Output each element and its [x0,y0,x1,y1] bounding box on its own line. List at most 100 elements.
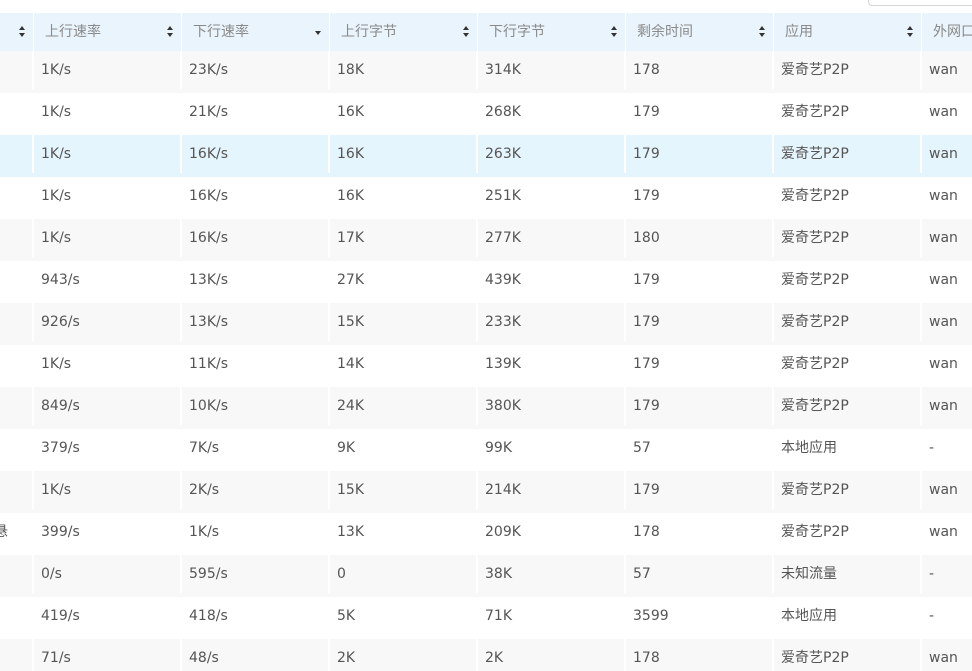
cell-application: 爱奇艺P2P [774,177,922,215]
cell-wan-port: wan [922,639,972,671]
cell-download-bytes: 314K [478,51,626,89]
column-header-download-bytes[interactable]: 下行字节 [478,13,626,51]
cell-wan-port: wan [922,513,972,551]
cell-upload-rate: 379/s [34,429,182,467]
cell-upload-bytes: 0 [330,555,478,593]
cell-remaining-time: 178 [626,513,774,551]
table-row[interactable]: 1K/s 11K/s 14K 139K 179 爱奇艺P2P wan [0,345,972,387]
cell-wan-port: wan [922,387,972,425]
column-header-wan-port[interactable]: 外网口 [922,13,972,51]
column-header-label: 应用 [785,24,813,40]
cell-upload-bytes: 9K [330,429,478,467]
sort-desc-icon[interactable] [315,26,322,38]
cell-row-marker [0,303,34,341]
cell-remaining-time: 179 [626,93,774,131]
cell-download-rate: 13K/s [182,303,330,341]
table-row[interactable]: 1K/s 16K/s 16K 263K 179 爱奇艺P2P wan [0,135,972,177]
cell-upload-bytes: 16K [330,177,478,215]
cell-download-rate: 2K/s [182,471,330,509]
cell-download-bytes: 251K [478,177,626,215]
cell-download-bytes: 139K [478,345,626,383]
column-header-label: 下行字节 [489,24,545,40]
column-header-application[interactable]: 应用 [774,13,922,51]
cell-upload-bytes: 15K [330,303,478,341]
cell-upload-rate: 1K/s [34,219,182,257]
cell-wan-port: wan [922,471,972,509]
sort-icon[interactable] [759,26,766,38]
cell-wan-port: - [922,555,972,593]
sort-icon[interactable] [167,26,174,38]
cell-download-rate: 10K/s [182,387,330,425]
column-header-row-marker[interactable] [0,13,34,51]
cell-application: 爱奇艺P2P [774,513,922,551]
table-row[interactable]: 悬399/s1K/s13K209K178爱奇艺P2Pwan [0,513,972,555]
cell-upload-rate: 1K/s [34,471,182,509]
table-row[interactable]: 419/s 418/s 5K 71K 3599 本地应用 - [0,597,972,639]
sort-icon[interactable] [907,26,914,38]
cell-upload-rate: 1K/s [34,51,182,89]
table-row[interactable]: 943/s 13K/s 27K 439K 179 爱奇艺P2P wan [0,261,972,303]
cell-download-rate: 48/s [182,639,330,671]
cell-download-bytes: 277K [478,219,626,257]
cell-remaining-time: 179 [626,303,774,341]
cell-download-bytes: 380K [478,387,626,425]
cell-row-marker [0,387,34,425]
table-row[interactable]: 1K/s 16K/s 16K 251K 179 爱奇艺P2P wan [0,177,972,219]
column-header-remaining-time[interactable]: 剩余时间 [626,13,774,51]
table-row[interactable]: 849/s 10K/s 24K 380K 179 爱奇艺P2P wan [0,387,972,429]
table-row[interactable]: 1K/s 16K/s 17K 277K 180 爱奇艺P2P wan [0,219,972,261]
cell-application: 爱奇艺P2P [774,471,922,509]
cell-download-bytes: 38K [478,555,626,593]
cell-remaining-time: 179 [626,345,774,383]
cell-application: 爱奇艺P2P [774,303,922,341]
cell-upload-bytes: 16K [330,93,478,131]
cell-upload-rate: 1K/s [34,177,182,215]
cell-remaining-time: 179 [626,471,774,509]
cell-row-marker [0,597,34,635]
sort-icon[interactable] [19,26,26,38]
column-header-label: 下行速率 [193,24,249,40]
cell-download-bytes: 268K [478,93,626,131]
cell-download-rate: 16K/s [182,135,330,173]
table-row[interactable]: 926/s 13K/s 15K 233K 179 爱奇艺P2P wan [0,303,972,345]
cell-application: 本地应用 [774,429,922,467]
column-header-upload-rate[interactable]: 上行速率 [34,13,182,51]
table-row[interactable]: 71/s 48/s 2K 2K 178 爱奇艺P2P wan [0,639,972,671]
column-header-label: 外网口 [933,24,972,40]
cell-remaining-time: 179 [626,387,774,425]
table-row[interactable]: 1K/s 2K/s 15K 214K 179 爱奇艺P2P wan [0,471,972,513]
cell-download-rate: 23K/s [182,51,330,89]
cell-wan-port: wan [922,135,972,173]
column-header-download-rate[interactable]: 下行速率 [182,13,330,51]
table-row[interactable]: 1K/s 23K/s 18K 314K 178 爱奇艺P2P wan [0,51,972,93]
cell-download-rate: 21K/s [182,93,330,131]
cell-upload-rate: 71/s [34,639,182,671]
cell-application: 爱奇艺P2P [774,219,922,257]
sort-icon[interactable] [611,26,618,38]
cell-application: 爱奇艺P2P [774,345,922,383]
table-row[interactable]: 379/s 7K/s 9K 99K 57 本地应用 - [0,429,972,471]
cell-remaining-time: 3599 [626,597,774,635]
cell-upload-rate: 0/s [34,555,182,593]
cell-row-marker [0,219,34,257]
cell-wan-port: wan [922,219,972,257]
cell-upload-rate: 399/s [34,513,182,551]
cell-download-rate: 16K/s [182,177,330,215]
cell-wan-port: - [922,429,972,467]
column-header-label: 剩余时间 [637,24,693,40]
toolbar-strip [0,0,972,12]
table-row[interactable]: 1K/s 21K/s 16K 268K 179 爱奇艺P2P wan [0,93,972,135]
cell-row-marker [0,429,34,467]
cell-upload-bytes: 14K [330,345,478,383]
cell-application: 爱奇艺P2P [774,93,922,131]
column-header-upload-bytes[interactable]: 上行字节 [330,13,478,51]
cell-upload-bytes: 13K [330,513,478,551]
cell-download-bytes: 2K [478,639,626,671]
table-row[interactable]: 0/s 595/s 0 38K 57 未知流量 - [0,555,972,597]
cell-application: 爱奇艺P2P [774,387,922,425]
search-input[interactable] [868,0,972,6]
cell-remaining-time: 178 [626,639,774,671]
cell-row-marker [0,471,34,509]
cell-wan-port: - [922,597,972,635]
sort-icon[interactable] [463,26,470,38]
